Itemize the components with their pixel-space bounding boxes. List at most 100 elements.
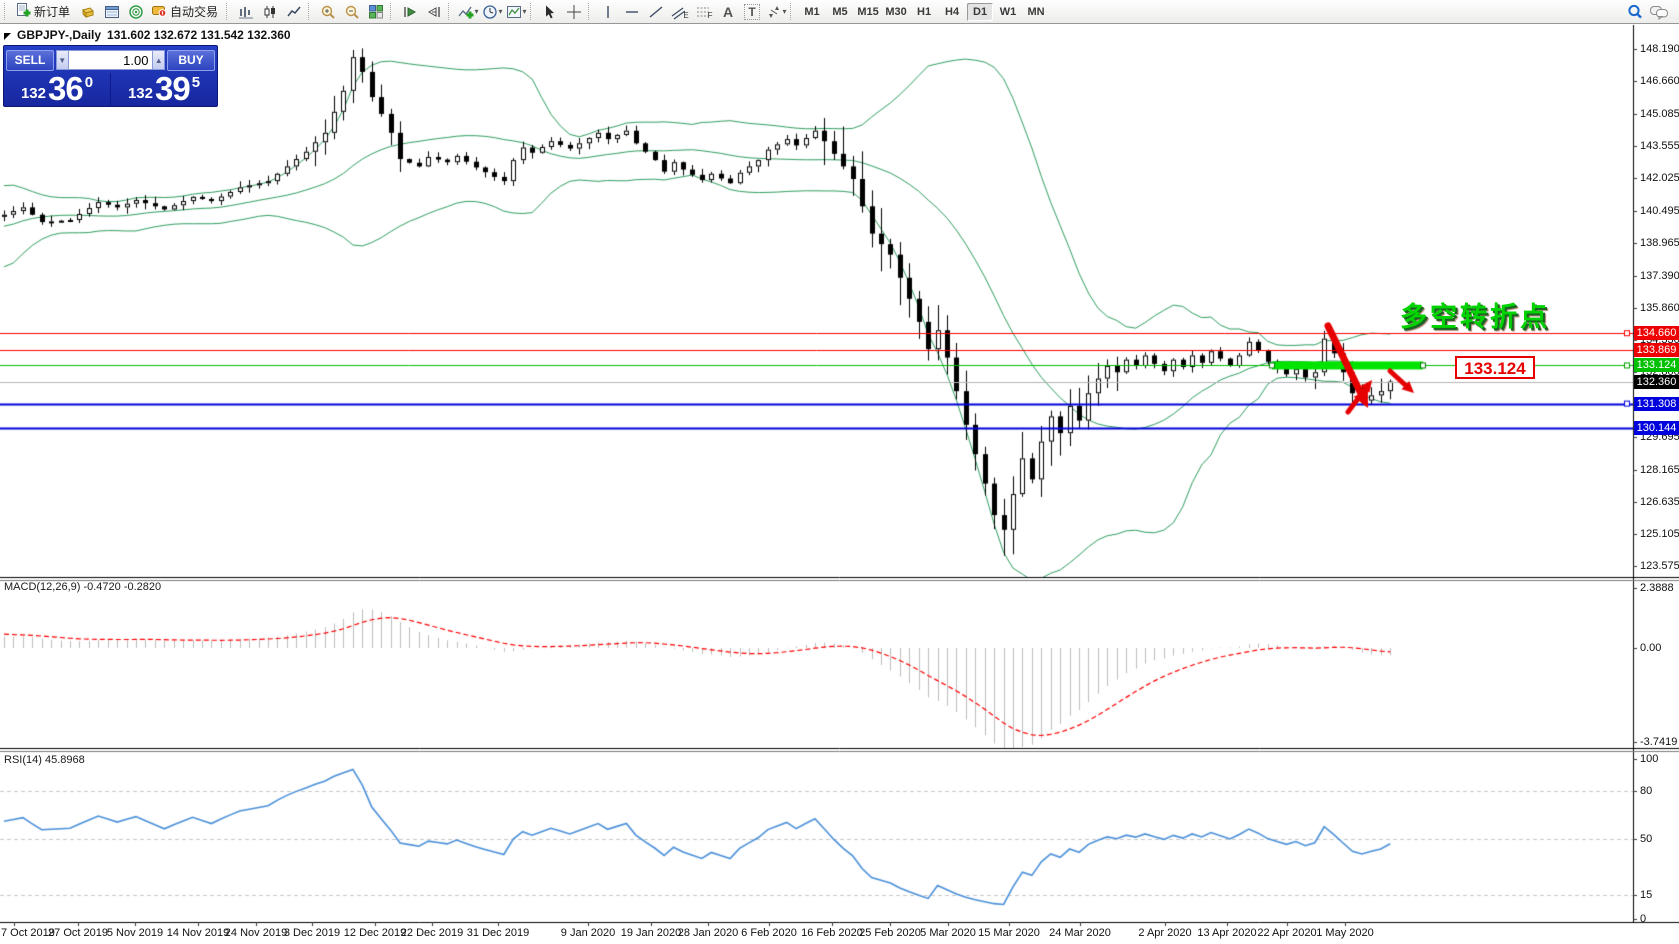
date-axis-label: 15 Mar 2020	[978, 927, 1040, 939]
new-order-label: 新订单	[34, 3, 70, 20]
timeframe-mn-button[interactable]: MN	[1023, 3, 1049, 21]
chevron-down-icon: ▾	[783, 7, 787, 16]
text-label-tool-glyph: T	[744, 4, 759, 20]
timeframe-w1-button[interactable]: W1	[995, 3, 1021, 21]
toolbar-grip[interactable]	[790, 3, 795, 20]
templates-button[interactable]: ▾	[505, 2, 527, 22]
candlestick-mode-button[interactable]	[259, 2, 281, 22]
turning-point-annotation[interactable]: 多空转折点	[1400, 295, 1550, 334]
toolbar-grip[interactable]	[588, 3, 593, 20]
price-chart-canvas[interactable]	[0, 0, 1679, 944]
date-axis-label: 2 Apr 2020	[1138, 927, 1191, 939]
market-watch-button[interactable]	[77, 2, 99, 22]
toolbar-grip[interactable]	[4, 3, 9, 20]
chart-ohlc-values: 131.602 132.672 131.542 132.360	[107, 28, 291, 42]
price-axis-tick: 137.390	[1640, 270, 1679, 282]
rsi-indicator-label: RSI(14) 45.8968	[4, 754, 85, 766]
horizontal-line-tool-button[interactable]	[621, 2, 643, 22]
toolbar-grip[interactable]	[390, 3, 395, 20]
auto-trading-icon	[151, 2, 167, 21]
auto-trading-label: 自动交易	[170, 3, 218, 20]
toolbar-grip[interactable]	[226, 3, 231, 20]
toolbar-grip[interactable]	[448, 3, 453, 20]
new-order-button[interactable]: 新订单	[13, 2, 75, 22]
sell-price-display[interactable]: 132 36 0	[4, 73, 111, 107]
chart-shift-button[interactable]	[423, 2, 445, 22]
date-axis-label: 5 Mar 2020	[920, 927, 976, 939]
timeframe-d1-button[interactable]: D1	[967, 3, 993, 21]
chevron-down-icon: ▾	[523, 7, 527, 16]
macd-axis-tick: -3.7419	[1640, 736, 1677, 748]
date-axis-label: 12 Dec 2019	[344, 927, 406, 939]
buy-price-big: 39	[155, 74, 190, 104]
chat-button[interactable]	[1648, 2, 1670, 22]
triangle-down-icon: ▼	[58, 56, 66, 65]
volume-input[interactable]	[69, 50, 153, 70]
chart-title-row: GBPJPY-,Daily 131.602 132.672 131.542 13…	[4, 28, 291, 42]
indicators-button[interactable]: ▾	[457, 2, 479, 22]
timeframe-m30-button[interactable]: M30	[883, 3, 909, 21]
search-button[interactable]	[1624, 2, 1646, 22]
buy-button[interactable]: BUY	[167, 50, 215, 71]
fibonacci-tool-button[interactable]: F	[693, 2, 715, 22]
text-label-tool-button[interactable]: T	[741, 2, 763, 22]
price-level-label[interactable]: 133.124	[1455, 356, 1535, 379]
bar-chart-mode-button[interactable]	[235, 2, 257, 22]
price-axis-tick: 125.105	[1640, 528, 1679, 540]
price-axis-tick: 143.555	[1640, 140, 1679, 152]
price-axis-tick: 142.025	[1640, 172, 1679, 184]
main-toolbar: 新订单 自动交易 ▾ ▾ ▾ E F A T ▾ M1M5M15M30H1H4D…	[0, 0, 1679, 24]
sell-button[interactable]: SELL	[6, 50, 54, 71]
price-marker-134.660: 134.660	[1634, 326, 1679, 340]
triangle-up-icon: ▲	[155, 56, 163, 65]
zoom-in-button[interactable]	[317, 2, 339, 22]
price-axis-tick: 145.085	[1640, 108, 1679, 120]
crosshair-tool-button[interactable]	[563, 2, 585, 22]
trendline-tool-button[interactable]	[645, 2, 667, 22]
rsi-axis-tick: 100	[1640, 753, 1658, 765]
text-tool-button[interactable]: A	[717, 2, 739, 22]
timeframe-m1-button[interactable]: M1	[799, 3, 825, 21]
price-marker-132.360: 132.360	[1634, 375, 1679, 389]
zoom-out-button[interactable]	[341, 2, 363, 22]
vertical-line-tool-button[interactable]	[597, 2, 619, 22]
line-chart-mode-button[interactable]	[283, 2, 305, 22]
sell-price-small: 132	[21, 84, 46, 104]
timeframe-h1-button[interactable]: H1	[911, 3, 937, 21]
channel-tool-button[interactable]: E	[669, 2, 691, 22]
price-marker-133.869: 133.869	[1634, 343, 1679, 357]
macd-indicator-label: MACD(12,26,9) -0.4720 -0.2820	[4, 581, 161, 593]
rsi-axis-tick: 15	[1640, 889, 1652, 901]
timeframe-m5-button[interactable]: M5	[827, 3, 853, 21]
timeframe-h4-button[interactable]: H4	[939, 3, 965, 21]
auto-scroll-button[interactable]	[399, 2, 421, 22]
rsi-axis-tick: 0	[1640, 913, 1646, 925]
auto-trading-button[interactable]: 自动交易	[149, 2, 223, 22]
toolbar-grip[interactable]	[530, 3, 535, 20]
chevron-down-icon: ▾	[499, 7, 503, 16]
volume-decrease-button[interactable]: ▼	[56, 50, 69, 70]
macd-axis-tick: 0.00	[1640, 642, 1661, 654]
mt4-terminal: { "toolbar": { "new_order_label": "新订单",…	[0, 0, 1679, 944]
volume-increase-button[interactable]: ▲	[152, 50, 165, 70]
buy-price-small: 132	[128, 84, 153, 104]
price-axis-tick: 128.165	[1640, 464, 1679, 476]
toolbar-grip[interactable]	[308, 3, 313, 20]
cursor-tool-button[interactable]	[539, 2, 561, 22]
data-window-button[interactable]	[101, 2, 123, 22]
price-axis-tick: 126.635	[1640, 496, 1679, 508]
periods-button[interactable]: ▾	[481, 2, 503, 22]
buy-price-display[interactable]: 132 39 5	[111, 73, 217, 107]
date-axis-label: 28 Jan 2020	[678, 927, 739, 939]
tile-windows-button[interactable]	[365, 2, 387, 22]
arrows-tool-button[interactable]: ▾	[765, 2, 787, 22]
date-axis-label: 16 Feb 2020	[801, 927, 863, 939]
date-axis-label: 1 May 2020	[1316, 927, 1373, 939]
date-axis-label: 7 Oct 2019	[1, 927, 55, 939]
date-axis-label: 31 Dec 2019	[467, 927, 529, 939]
price-marker-133.124: 133.124	[1634, 358, 1679, 372]
date-axis-label: 24 Mar 2020	[1049, 927, 1111, 939]
date-axis-label: 13 Apr 2020	[1197, 927, 1256, 939]
navigator-button[interactable]	[125, 2, 147, 22]
timeframe-m15-button[interactable]: M15	[855, 3, 881, 21]
